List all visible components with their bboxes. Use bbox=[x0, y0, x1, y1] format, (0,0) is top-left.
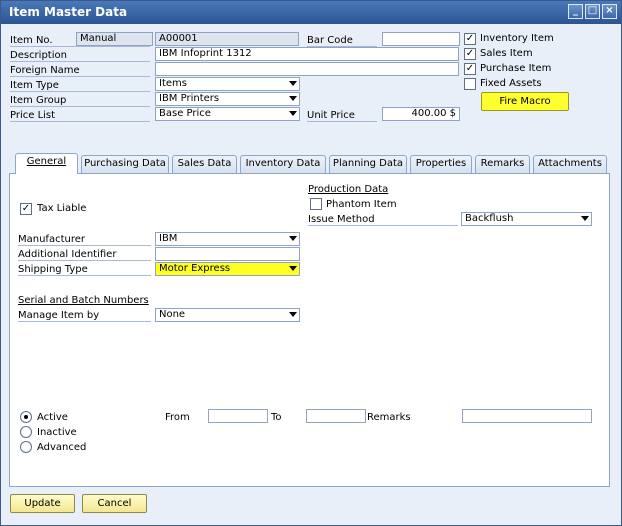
serial-batch-heading: Serial and Batch Numbers bbox=[18, 295, 149, 306]
active-label: Active bbox=[37, 412, 68, 423]
bar-code-field[interactable] bbox=[382, 32, 460, 46]
tab-properties[interactable]: Properties bbox=[410, 155, 472, 173]
tab-planning-data-label: Planning Data bbox=[332, 158, 404, 169]
advanced-label: Advanced bbox=[37, 442, 87, 453]
inactive-label: Inactive bbox=[37, 427, 77, 438]
inactive-radio[interactable] bbox=[20, 426, 32, 438]
item-no-field[interactable]: A00001 bbox=[155, 32, 299, 46]
chevron-down-icon[interactable] bbox=[289, 266, 297, 271]
foreign-name-field[interactable] bbox=[155, 62, 459, 76]
active-radio[interactable] bbox=[20, 411, 32, 423]
radio-selected-dot bbox=[24, 415, 28, 419]
unit-price-label: Unit Price bbox=[307, 110, 377, 122]
issue-method-label: Issue Method bbox=[308, 214, 458, 226]
chevron-down-icon[interactable] bbox=[289, 111, 297, 116]
additional-identifier-label: Additional Identifier bbox=[18, 249, 151, 261]
item-group-label: Item Group bbox=[10, 95, 150, 107]
item-type-dropdown[interactable]: Items bbox=[155, 77, 300, 91]
sales-item-label: Sales Item bbox=[480, 48, 533, 59]
to-label: To bbox=[271, 412, 282, 423]
item-master-data-window: Item Master Data _ □ × Item No. Manual A… bbox=[0, 0, 622, 526]
issue-method-dropdown[interactable]: Backflush bbox=[461, 212, 592, 226]
manufacturer-label: Manufacturer bbox=[18, 234, 151, 246]
manage-item-by-value: None bbox=[159, 309, 186, 320]
phantom-item-label: Phantom Item bbox=[326, 199, 397, 210]
sales-item-checkbox[interactable]: ✓ bbox=[464, 48, 476, 60]
minimize-icon[interactable]: _ bbox=[568, 4, 583, 19]
tab-sales-data-label: Sales Data bbox=[177, 158, 232, 169]
tab-general-label: General bbox=[26, 156, 67, 167]
chevron-down-icon[interactable] bbox=[289, 312, 297, 317]
title-bar: Item Master Data _ □ × bbox=[1, 1, 621, 24]
tab-inventory-data[interactable]: Inventory Data bbox=[240, 155, 326, 173]
window-controls: _ □ × bbox=[568, 4, 617, 19]
manage-item-by-dropdown[interactable]: None bbox=[155, 308, 300, 322]
remarks-label: Remarks bbox=[367, 412, 411, 423]
from-label: From bbox=[165, 412, 190, 423]
manage-item-by-label: Manage Item by bbox=[18, 310, 151, 322]
tab-remarks[interactable]: Remarks bbox=[475, 155, 530, 173]
shipping-type-label: Shipping Type bbox=[18, 264, 151, 276]
price-list-label: Price List bbox=[10, 110, 150, 122]
tab-remarks-label: Remarks bbox=[480, 158, 525, 169]
item-group-value: IBM Printers bbox=[159, 93, 220, 104]
shipping-type-dropdown[interactable]: Motor Express bbox=[155, 262, 300, 276]
tab-sales-data[interactable]: Sales Data bbox=[172, 155, 237, 173]
production-data-heading: Production Data bbox=[308, 184, 389, 195]
shipping-type-value: Motor Express bbox=[159, 263, 231, 274]
chevron-down-icon[interactable] bbox=[289, 96, 297, 101]
tax-liable-checkbox[interactable]: ✓ bbox=[20, 203, 32, 215]
to-date-field[interactable] bbox=[306, 409, 366, 423]
manufacturer-dropdown[interactable]: IBM bbox=[155, 232, 300, 246]
additional-identifier-field[interactable] bbox=[155, 247, 300, 261]
advanced-radio[interactable] bbox=[20, 441, 32, 453]
close-icon[interactable]: × bbox=[602, 4, 617, 19]
chevron-down-icon[interactable] bbox=[289, 81, 297, 86]
fire-macro-button[interactable]: Fire Macro bbox=[481, 92, 569, 111]
manufacturer-value: IBM bbox=[159, 233, 178, 244]
tab-inventory-data-label: Inventory Data bbox=[245, 158, 321, 169]
fixed-assets-label: Fixed Assets bbox=[480, 78, 542, 89]
update-button[interactable]: Update bbox=[10, 494, 75, 513]
tab-properties-label: Properties bbox=[415, 158, 467, 169]
from-date-field[interactable] bbox=[208, 409, 268, 423]
remarks-field[interactable] bbox=[462, 409, 592, 423]
chevron-down-icon[interactable] bbox=[289, 236, 297, 241]
issue-method-value: Backflush bbox=[465, 213, 514, 224]
item-group-dropdown[interactable]: IBM Printers bbox=[155, 92, 300, 106]
foreign-name-label: Foreign Name bbox=[10, 65, 150, 77]
item-no-series-field[interactable]: Manual bbox=[76, 32, 153, 46]
window-title: Item Master Data bbox=[9, 5, 128, 19]
tab-purchasing-data-label: Purchasing Data bbox=[84, 158, 166, 169]
description-label: Description bbox=[10, 50, 150, 62]
description-field[interactable]: IBM Infoprint 1312 bbox=[155, 47, 459, 61]
maximize-icon[interactable]: □ bbox=[585, 4, 600, 19]
purchase-item-label: Purchase Item bbox=[480, 63, 552, 74]
phantom-item-checkbox[interactable] bbox=[310, 198, 322, 210]
inventory-item-label: Inventory Item bbox=[480, 33, 554, 44]
price-list-dropdown[interactable]: Base Price bbox=[155, 107, 300, 121]
item-type-value: Items bbox=[159, 78, 187, 89]
unit-price-field[interactable]: 400.00 $ bbox=[382, 107, 460, 121]
fixed-assets-checkbox[interactable] bbox=[464, 78, 476, 90]
inventory-item-checkbox[interactable]: ✓ bbox=[464, 33, 476, 45]
item-type-label: Item Type bbox=[10, 80, 150, 92]
purchase-item-checkbox[interactable]: ✓ bbox=[464, 63, 476, 75]
tab-planning-data[interactable]: Planning Data bbox=[329, 155, 407, 173]
tab-attachments-label: Attachments bbox=[538, 158, 602, 169]
price-list-value: Base Price bbox=[159, 108, 211, 119]
tab-general[interactable]: General bbox=[15, 153, 78, 174]
tax-liable-label: Tax Liable bbox=[37, 203, 87, 214]
tab-purchasing-data[interactable]: Purchasing Data bbox=[81, 155, 169, 173]
cancel-button[interactable]: Cancel bbox=[82, 494, 147, 513]
chevron-down-icon[interactable] bbox=[581, 216, 589, 221]
bar-code-label: Bar Code bbox=[307, 35, 377, 47]
tab-attachments[interactable]: Attachments bbox=[533, 155, 607, 173]
